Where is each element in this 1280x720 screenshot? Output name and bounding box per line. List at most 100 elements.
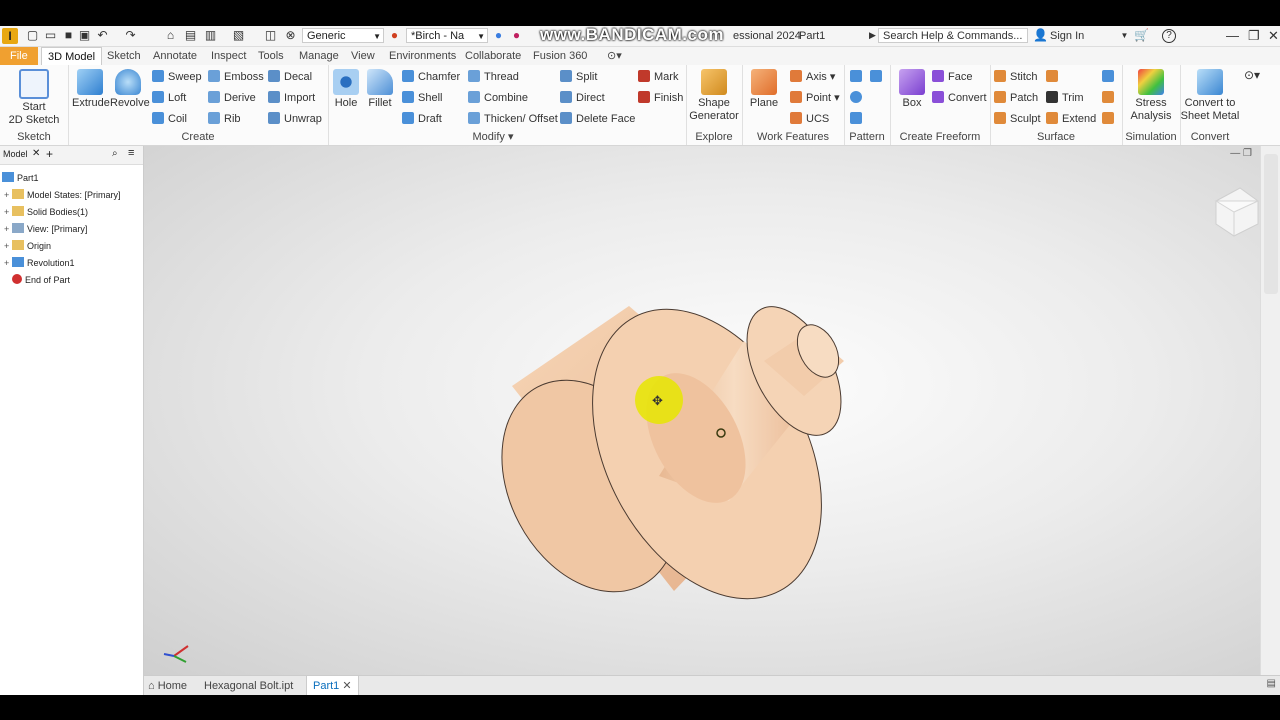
sign-in-link[interactable]: Sign In xyxy=(1050,30,1084,42)
graphics-viewport[interactable]: ✥ — ❐ xyxy=(144,146,1260,675)
inventor-logo[interactable]: I xyxy=(2,28,18,44)
redo-icon[interactable]: ↷ xyxy=(124,29,137,42)
sculpt-button[interactable]: Sculpt xyxy=(994,111,1041,127)
trim-button[interactable]: Trim xyxy=(1046,90,1084,106)
tab-file[interactable]: File xyxy=(0,47,38,65)
delete-face-button[interactable]: Delete Face xyxy=(560,111,635,127)
hole-button[interactable]: Hole xyxy=(330,69,362,110)
tab-part1[interactable]: Part1 ✕ xyxy=(306,676,359,696)
browser-title[interactable]: Model xyxy=(3,149,28,159)
add-icon[interactable]: + xyxy=(46,147,53,161)
ribbon-options-icon[interactable]: ⊙▾ xyxy=(1244,69,1260,82)
delete-surface-button[interactable] xyxy=(1102,69,1118,85)
sweep-button[interactable]: Sweep xyxy=(152,69,202,85)
restore-icon[interactable]: ❐ xyxy=(1248,28,1260,44)
tab-3d-model[interactable]: 3D Model xyxy=(41,47,103,65)
cart-icon[interactable]: 🛒 xyxy=(1134,29,1149,42)
face-button[interactable]: Face xyxy=(932,69,972,85)
appearance-clear-icon[interactable]: ⊗ xyxy=(284,29,297,42)
split-button[interactable]: Split xyxy=(560,69,597,85)
color-wheel-icon[interactable]: ● xyxy=(388,29,401,42)
tabs-menu-icon[interactable]: ▤ xyxy=(1267,678,1276,689)
start-2d-sketch-button[interactable]: Start 2D Sketch xyxy=(8,69,60,127)
axis-button[interactable]: Axis ▾ xyxy=(790,69,835,85)
stitch-button[interactable]: Stitch xyxy=(994,69,1038,85)
tab-home[interactable]: ⌂ Home xyxy=(148,676,187,696)
close-icon[interactable]: ✕ xyxy=(32,148,40,159)
tab-hexagonal-bolt[interactable]: Hexagonal Bolt.ipt xyxy=(204,676,293,696)
tree-item-part1[interactable]: Part1 xyxy=(2,170,39,186)
tab-manage[interactable]: Manage xyxy=(299,47,339,65)
chevron-down-icon[interactable]: ▼ xyxy=(1118,29,1131,42)
fillet-button[interactable]: Fillet xyxy=(364,69,396,110)
shell-button[interactable]: Shell xyxy=(402,90,442,106)
search-input[interactable]: Search Help & Commands... xyxy=(878,28,1028,43)
decal-button[interactable]: Decal xyxy=(268,69,312,85)
part-model[interactable] xyxy=(467,270,868,638)
coil-button[interactable]: Coil xyxy=(152,111,187,127)
expand-icon[interactable]: + xyxy=(4,204,12,220)
tree-item-end-of-part[interactable]: End of Part xyxy=(4,272,70,288)
new-file-icon[interactable]: ▢ xyxy=(26,29,39,42)
select-icon[interactable]: ▧ xyxy=(232,29,245,42)
loft-button[interactable]: Loft xyxy=(152,90,186,106)
group-label-modify[interactable]: Modify ▾ xyxy=(328,130,658,143)
save-as-icon[interactable]: ▣ xyxy=(78,29,91,42)
nav-bar-strip[interactable] xyxy=(1264,154,1278,294)
finish-button[interactable]: Finish xyxy=(638,90,683,106)
close-icon[interactable]: ✕ xyxy=(1268,28,1279,44)
draft-button[interactable]: Draft xyxy=(402,111,442,127)
revolve-button[interactable]: Revolve xyxy=(110,69,150,110)
appearance-select[interactable]: Generic ▼ xyxy=(302,28,384,43)
tree-item-revolution1[interactable]: + Revolution1 xyxy=(4,255,75,271)
appearance-icon[interactable]: ● xyxy=(492,29,505,42)
point-button[interactable]: Point ▾ xyxy=(790,90,840,106)
measure-icon[interactable]: ◫ xyxy=(264,29,277,42)
ribbon-display-toggle-icon[interactable]: ⊙▾ xyxy=(607,47,622,65)
expand-icon[interactable]: + xyxy=(4,187,12,203)
print-icon[interactable]: ▥ xyxy=(204,29,217,42)
rectangular-pattern-button[interactable] xyxy=(850,69,866,85)
box-button[interactable]: Box xyxy=(894,69,930,110)
material-select[interactable]: *Birch - Na ▼ xyxy=(406,28,488,43)
shape-generator-button[interactable]: Shape Generator xyxy=(688,69,740,123)
replace-face-button[interactable] xyxy=(1102,90,1118,106)
user-icon[interactable]: 👤 xyxy=(1033,29,1048,42)
menu-icon[interactable]: ≡ xyxy=(128,147,134,159)
tab-inspect[interactable]: Inspect xyxy=(211,47,246,65)
adjust-icon[interactable]: ● xyxy=(510,29,523,42)
expand-icon[interactable]: + xyxy=(4,238,12,254)
derive-button[interactable]: Derive xyxy=(208,90,256,106)
thread-button[interactable]: Thread xyxy=(468,69,519,85)
rib-button[interactable]: Rib xyxy=(208,111,241,127)
patch-button[interactable]: Patch xyxy=(994,90,1038,106)
model-canvas[interactable]: ✥ xyxy=(144,146,1260,675)
close-icon[interactable]: ✕ xyxy=(342,680,351,692)
tab-sketch[interactable]: Sketch xyxy=(107,47,141,65)
view-cube[interactable] xyxy=(1214,187,1259,237)
chamfer-button[interactable]: Chamfer xyxy=(402,69,460,85)
plane-button[interactable]: Plane xyxy=(746,69,782,110)
thicken-offset-button[interactable]: Thicken/ Offset xyxy=(468,111,558,127)
import-button[interactable]: Import xyxy=(268,90,315,106)
ruled-surface-button[interactable] xyxy=(1046,69,1062,85)
repair-bodies-button[interactable] xyxy=(1102,111,1118,127)
ucs-button[interactable]: UCS xyxy=(790,111,829,127)
direct-button[interactable]: Direct xyxy=(560,90,605,106)
viewport-window-controls[interactable]: — ❐ xyxy=(1230,148,1252,159)
extrude-button[interactable]: Extrude xyxy=(72,69,110,110)
tab-tools[interactable]: Tools xyxy=(258,47,284,65)
extend-button[interactable]: Extend xyxy=(1046,111,1096,127)
circular-pattern-button[interactable] xyxy=(850,90,866,106)
sketch-pattern-button[interactable] xyxy=(850,111,866,127)
tab-fusion-360[interactable]: Fusion 360 xyxy=(533,47,587,65)
unwrap-button[interactable]: Unwrap xyxy=(268,111,322,127)
tree-item-view[interactable]: + View: [Primary] xyxy=(4,221,87,237)
clipboard-icon[interactable]: ▤ xyxy=(184,29,197,42)
tab-collaborate[interactable]: Collaborate xyxy=(465,47,521,65)
mark-button[interactable]: Mark xyxy=(638,69,678,85)
convert-sheet-metal-button[interactable]: Convert to Sheet Metal xyxy=(1180,69,1240,123)
expand-icon[interactable]: + xyxy=(4,221,12,237)
mirror-button[interactable] xyxy=(870,69,886,85)
tree-item-solid-bodies[interactable]: + Solid Bodies(1) xyxy=(4,204,88,220)
